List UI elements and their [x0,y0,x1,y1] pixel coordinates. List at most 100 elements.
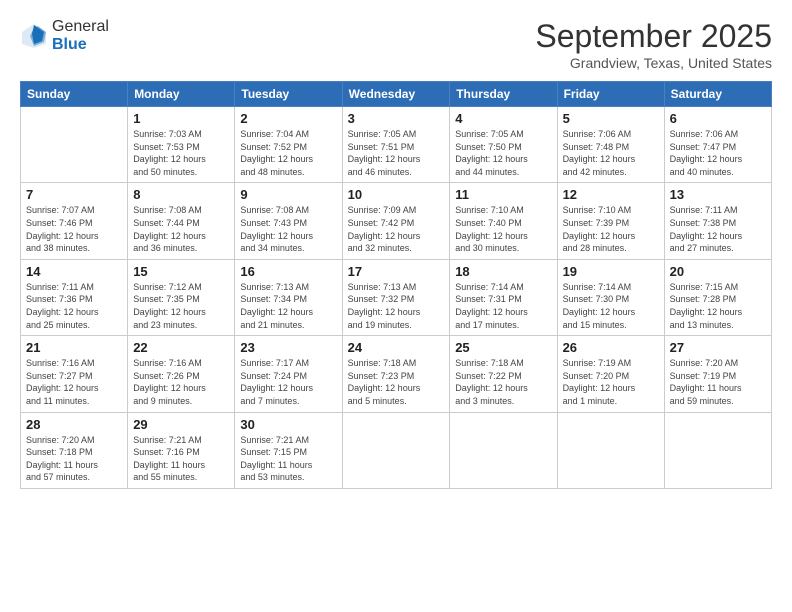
day-info: Sunrise: 7:11 AM Sunset: 7:36 PM Dayligh… [26,281,122,331]
page: General Blue September 2025 Grandview, T… [0,0,792,612]
calendar-cell: 18 Sunrise: 7:14 AM Sunset: 7:31 PM Dayli… [450,259,557,335]
day-header-friday: Friday [557,82,664,107]
day-header-monday: Monday [128,82,235,107]
day-info: Sunrise: 7:20 AM Sunset: 7:18 PM Dayligh… [26,434,122,484]
day-info: Sunrise: 7:18 AM Sunset: 7:22 PM Dayligh… [455,357,551,407]
calendar-cell: 1 Sunrise: 7:03 AM Sunset: 7:53 PM Daylig… [128,107,235,183]
calendar-cell: 9 Sunrise: 7:08 AM Sunset: 7:43 PM Daylig… [235,183,342,259]
day-info: Sunrise: 7:08 AM Sunset: 7:43 PM Dayligh… [240,204,336,254]
logo-blue: Blue [52,36,109,54]
day-number: 2 [240,111,336,126]
day-info: Sunrise: 7:20 AM Sunset: 7:19 PM Dayligh… [670,357,766,407]
calendar-cell: 11 Sunrise: 7:10 AM Sunset: 7:40 PM Dayli… [450,183,557,259]
calendar: SundayMondayTuesdayWednesdayThursdayFrid… [20,81,772,489]
day-number: 4 [455,111,551,126]
day-info: Sunrise: 7:15 AM Sunset: 7:28 PM Dayligh… [670,281,766,331]
day-number: 25 [455,340,551,355]
calendar-cell: 16Sunrise: 7:13 AM Sunset: 7:34 PM Dayli… [235,259,342,335]
day-info: Sunrise: 7:11 AM Sunset: 7:38 PM Dayligh… [670,204,766,254]
calendar-week-4: 21 Sunrise: 7:16 AM Sunset: 7:27 PM Dayli… [21,336,772,412]
day-number: 23 [240,340,336,355]
calendar-cell: 8 Sunrise: 7:08 AM Sunset: 7:44 PM Daylig… [128,183,235,259]
calendar-cell: 10Sunrise: 7:09 AM Sunset: 7:42 PM Dayli… [342,183,450,259]
calendar-cell [664,412,771,488]
day-number: 9 [240,187,336,202]
calendar-cell: 5 Sunrise: 7:06 AM Sunset: 7:48 PM Daylig… [557,107,664,183]
calendar-cell: 28 Sunrise: 7:20 AM Sunset: 7:18 PM Dayli… [21,412,128,488]
day-info: Sunrise: 7:18 AM Sunset: 7:23 PM Dayligh… [348,357,445,407]
calendar-cell: 2 Sunrise: 7:04 AM Sunset: 7:52 PM Daylig… [235,107,342,183]
calendar-cell: 15 Sunrise: 7:12 AM Sunset: 7:35 PM Dayli… [128,259,235,335]
day-info: Sunrise: 7:05 AM Sunset: 7:50 PM Dayligh… [455,128,551,178]
calendar-cell: 4 Sunrise: 7:05 AM Sunset: 7:50 PM Daylig… [450,107,557,183]
day-number: 7 [26,187,122,202]
calendar-cell: 25 Sunrise: 7:18 AM Sunset: 7:22 PM Dayli… [450,336,557,412]
day-info: Sunrise: 7:12 AM Sunset: 7:35 PM Dayligh… [133,281,229,331]
day-info: Sunrise: 7:04 AM Sunset: 7:52 PM Dayligh… [240,128,336,178]
day-number: 22 [133,340,229,355]
month-title: September 2025 [535,18,772,55]
day-header-wednesday: Wednesday [342,82,450,107]
calendar-cell: 30Sunrise: 7:21 AM Sunset: 7:15 PM Dayli… [235,412,342,488]
calendar-cell [557,412,664,488]
calendar-cell: 26 Sunrise: 7:19 AM Sunset: 7:20 PM Dayli… [557,336,664,412]
calendar-cell: 20Sunrise: 7:15 AM Sunset: 7:28 PM Dayli… [664,259,771,335]
calendar-cell: 14Sunrise: 7:11 AM Sunset: 7:36 PM Dayli… [21,259,128,335]
logo: General Blue [20,18,109,53]
day-info: Sunrise: 7:14 AM Sunset: 7:31 PM Dayligh… [455,281,551,331]
day-info: Sunrise: 7:10 AM Sunset: 7:40 PM Dayligh… [455,204,551,254]
day-info: Sunrise: 7:16 AM Sunset: 7:26 PM Dayligh… [133,357,229,407]
calendar-header-row: SundayMondayTuesdayWednesdayThursdayFrid… [21,82,772,107]
day-number: 24 [348,340,445,355]
day-info: Sunrise: 7:06 AM Sunset: 7:47 PM Dayligh… [670,128,766,178]
day-header-saturday: Saturday [664,82,771,107]
day-info: Sunrise: 7:21 AM Sunset: 7:15 PM Dayligh… [240,434,336,484]
calendar-cell: 23Sunrise: 7:17 AM Sunset: 7:24 PM Dayli… [235,336,342,412]
day-number: 15 [133,264,229,279]
calendar-week-1: 1 Sunrise: 7:03 AM Sunset: 7:53 PM Daylig… [21,107,772,183]
calendar-cell: 7 Sunrise: 7:07 AM Sunset: 7:46 PM Daylig… [21,183,128,259]
header: General Blue September 2025 Grandview, T… [20,18,772,71]
day-info: Sunrise: 7:03 AM Sunset: 7:53 PM Dayligh… [133,128,229,178]
day-number: 29 [133,417,229,432]
calendar-week-2: 7 Sunrise: 7:07 AM Sunset: 7:46 PM Daylig… [21,183,772,259]
logo-icon [20,22,48,50]
day-number: 27 [670,340,766,355]
day-number: 17 [348,264,445,279]
day-info: Sunrise: 7:08 AM Sunset: 7:44 PM Dayligh… [133,204,229,254]
day-number: 18 [455,264,551,279]
day-header-thursday: Thursday [450,82,557,107]
day-number: 10 [348,187,445,202]
day-number: 8 [133,187,229,202]
day-number: 21 [26,340,122,355]
calendar-cell: 13 Sunrise: 7:11 AM Sunset: 7:38 PM Dayli… [664,183,771,259]
calendar-cell: 29Sunrise: 7:21 AM Sunset: 7:16 PM Dayli… [128,412,235,488]
title-area: September 2025 Grandview, Texas, United … [535,18,772,71]
day-info: Sunrise: 7:19 AM Sunset: 7:20 PM Dayligh… [563,357,659,407]
calendar-cell: 27 Sunrise: 7:20 AM Sunset: 7:19 PM Dayli… [664,336,771,412]
day-info: Sunrise: 7:13 AM Sunset: 7:32 PM Dayligh… [348,281,445,331]
day-number: 3 [348,111,445,126]
day-number: 5 [563,111,659,126]
day-number: 6 [670,111,766,126]
calendar-cell [450,412,557,488]
day-number: 1 [133,111,229,126]
location: Grandview, Texas, United States [535,55,772,71]
calendar-week-3: 14Sunrise: 7:11 AM Sunset: 7:36 PM Dayli… [21,259,772,335]
calendar-cell: 22 Sunrise: 7:16 AM Sunset: 7:26 PM Dayli… [128,336,235,412]
calendar-cell: 3Sunrise: 7:05 AM Sunset: 7:51 PM Daylig… [342,107,450,183]
calendar-cell: 6 Sunrise: 7:06 AM Sunset: 7:47 PM Daylig… [664,107,771,183]
day-info: Sunrise: 7:07 AM Sunset: 7:46 PM Dayligh… [26,204,122,254]
logo-text: General Blue [52,18,109,53]
day-number: 28 [26,417,122,432]
day-number: 26 [563,340,659,355]
calendar-cell: 12Sunrise: 7:10 AM Sunset: 7:39 PM Dayli… [557,183,664,259]
day-number: 11 [455,187,551,202]
day-header-sunday: Sunday [21,82,128,107]
calendar-cell [342,412,450,488]
calendar-cell: 24 Sunrise: 7:18 AM Sunset: 7:23 PM Dayli… [342,336,450,412]
day-number: 16 [240,264,336,279]
day-info: Sunrise: 7:06 AM Sunset: 7:48 PM Dayligh… [563,128,659,178]
day-number: 13 [670,187,766,202]
day-info: Sunrise: 7:16 AM Sunset: 7:27 PM Dayligh… [26,357,122,407]
